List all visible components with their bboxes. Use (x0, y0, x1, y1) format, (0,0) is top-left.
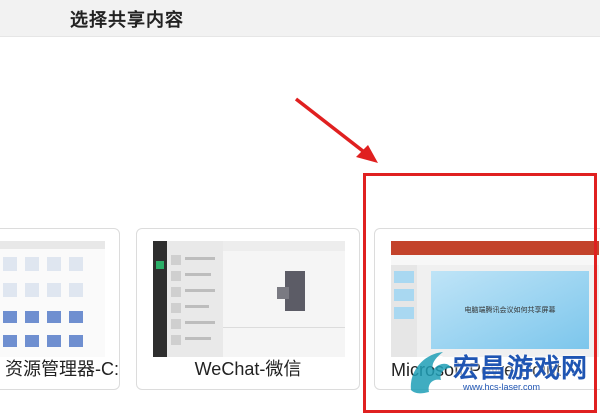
share-window-wechat[interactable]: WeChat-微信 (136, 228, 360, 390)
share-window-explorer[interactable]: 资源管理器-C:... (0, 228, 120, 390)
dragon-logo-icon (410, 352, 451, 394)
slide-title: 电脑端腾讯会议如何共享屏幕 (465, 305, 556, 314)
dialog-title: 选择共享内容 (70, 10, 184, 30)
share-window-label: WeChat-微信 (194, 359, 302, 379)
wechat-thumbnail (153, 241, 345, 357)
powerpoint-thumbnail: 电脑端腾讯会议如何共享屏幕 (391, 241, 599, 357)
dialog-header: 选择共享内容 (0, 0, 600, 37)
watermark-url: www.hcs-laser.com (463, 382, 541, 392)
red-arrow-icon (294, 97, 378, 163)
watermark-brand: 宏昌游戏网 (453, 353, 589, 383)
share-window-label: 资源管理器-C:... (5, 359, 119, 379)
explorer-thumbnail (0, 241, 105, 357)
watermark: 宏昌游戏网 www.hcs-laser.com (405, 344, 600, 398)
